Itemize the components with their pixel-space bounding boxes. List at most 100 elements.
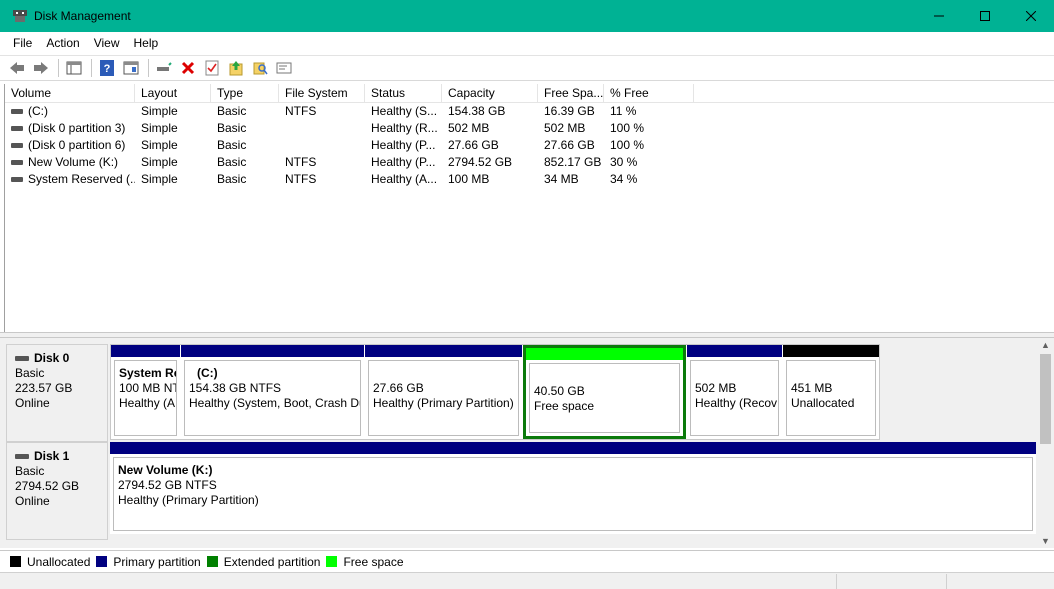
table-row[interactable]: (Disk 0 partition 3) Simple Basic Health… — [5, 120, 1054, 137]
disk-1-name: Disk 1 — [15, 449, 107, 464]
capacity-cell: 100 MB — [448, 172, 490, 186]
disk-1-type: Basic — [15, 464, 45, 478]
legend-label: Free space — [343, 554, 404, 569]
scroll-up-icon[interactable]: ▲ — [1037, 338, 1054, 352]
properties-icon[interactable] — [120, 58, 142, 78]
partition-details: System Re 100 MB NT Healthy (A — [114, 360, 177, 436]
table-row[interactable]: (Disk 0 partition 6) Simple Basic Health… — [5, 137, 1054, 154]
column-header-status[interactable]: Status — [365, 84, 442, 103]
toolbar-separator — [91, 59, 92, 77]
status-segment — [836, 574, 946, 589]
partition-unallocated[interactable]: 451 MB Unallocated — [783, 345, 879, 439]
volume-name: (C:) — [28, 104, 48, 118]
maximize-button[interactable] — [962, 0, 1008, 32]
table-row[interactable]: New Volume (K:) Simple Basic NTFS Health… — [5, 154, 1054, 171]
type-cell: Basic — [217, 138, 247, 152]
volume-name-cell: (C:) — [5, 103, 135, 120]
volume-list-header: Volume Layout Type File System Status Ca… — [5, 84, 1054, 103]
volume-name-cell: New Volume (K:) — [5, 154, 135, 171]
menu-file[interactable]: File — [6, 36, 39, 50]
column-header-volume[interactable]: Volume — [5, 84, 135, 103]
table-row[interactable]: System Reserved (... Simple Basic NTFS H… — [5, 171, 1054, 188]
disk-1-size: 2794.52 GB — [15, 479, 80, 493]
disk-1-row: Disk 1 Basic 2794.52 GB Online New Volum… — [6, 442, 1036, 540]
checklist-icon[interactable] — [201, 58, 223, 78]
partition-size: 40.50 GB — [534, 384, 585, 398]
column-header-file-system[interactable]: File System — [279, 84, 365, 103]
scrollbar-thumb[interactable] — [1040, 354, 1051, 444]
disk-view-scrollbar[interactable]: ▲ ▼ — [1037, 338, 1054, 548]
legend-swatch — [96, 556, 108, 567]
drive-icon — [11, 126, 23, 131]
file-system-cell: NTFS — [285, 155, 317, 169]
settings-icon[interactable] — [273, 58, 295, 78]
partition-c-drive[interactable]: (C:) 154.38 GB NTFS Healthy (System, Boo… — [181, 345, 364, 439]
help-icon[interactable]: ? — [96, 58, 118, 78]
legend-label: Unallocated — [27, 554, 91, 569]
column-header-layout[interactable]: Layout — [135, 84, 211, 103]
status-bar — [0, 572, 1054, 589]
legend-label: Primary partition — [113, 554, 201, 569]
back-arrow-icon[interactable] — [6, 58, 28, 78]
volume-list[interactable]: Volume Layout Type File System Status Ca… — [4, 84, 1054, 332]
partition-color-bar — [526, 348, 683, 360]
partition-color-bar — [110, 442, 1036, 454]
delete-icon[interactable] — [177, 58, 199, 78]
volume-name: (Disk 0 partition 3) — [28, 121, 126, 135]
scroll-down-icon[interactable]: ▼ — [1037, 534, 1054, 548]
percent-free-cell: 11 % — [610, 104, 637, 118]
partition-color-bar — [365, 345, 522, 357]
forward-arrow-icon[interactable] — [30, 58, 52, 78]
volume-name: System Reserved (... — [28, 172, 135, 186]
status-cell: Healthy (P... — [371, 155, 436, 169]
disk-1-label[interactable]: Disk 1 Basic 2794.52 GB Online — [6, 442, 108, 540]
connect-icon[interactable] — [153, 58, 175, 78]
menu-view[interactable]: View — [87, 36, 127, 50]
partition-color-bar — [181, 345, 364, 357]
column-header-percent-free[interactable]: % Free — [604, 84, 694, 103]
volume-name-cell: (Disk 0 partition 3) — [5, 120, 135, 137]
partition-disk0-part6[interactable]: 27.66 GB Healthy (Primary Partition) — [365, 345, 522, 439]
partition-recovery[interactable]: 502 MB Healthy (Recov — [687, 345, 782, 439]
free-space-cell: 34 MB — [544, 172, 579, 186]
column-header-capacity[interactable]: Capacity — [442, 84, 538, 103]
drive-icon — [15, 356, 29, 361]
minimize-button[interactable] — [916, 0, 962, 32]
console-tree-icon[interactable] — [63, 58, 85, 78]
disk-0-label[interactable]: Disk 0 Basic 223.57 GB Online — [6, 344, 108, 442]
table-row[interactable]: (C:) Simple Basic NTFS Healthy (S... 154… — [5, 103, 1054, 120]
menu-action[interactable]: Action — [39, 36, 86, 50]
drive-icon — [15, 454, 29, 459]
file-system-cell: NTFS — [285, 172, 317, 186]
layout-cell: Simple — [141, 138, 178, 152]
status-cell: Healthy (P... — [371, 138, 436, 152]
disk-0-partitions: System Re 100 MB NT Healthy (A (C:) 154.… — [110, 344, 880, 440]
close-button[interactable] — [1008, 0, 1054, 32]
column-header-free-space[interactable]: Free Spa... — [538, 84, 604, 103]
partition-status: Free space — [534, 399, 595, 413]
status-cell: Healthy (S... — [371, 104, 438, 118]
percent-free-cell: 34 % — [610, 172, 638, 186]
title-bar[interactable]: Disk Management — [0, 0, 1054, 32]
partition-name: New Volume (K:) — [118, 463, 213, 477]
disk-0-name: Disk 0 — [15, 351, 107, 366]
legend-swatch — [326, 556, 338, 567]
free-space-cell: 502 MB — [544, 121, 586, 135]
import-icon[interactable] — [225, 58, 247, 78]
free-space-cell: 27.66 GB — [544, 138, 595, 152]
free-space-cell: 852.17 GB — [544, 155, 602, 169]
window-title: Disk Management — [34, 9, 131, 23]
partition-status: Healthy (Primary Partition) — [118, 493, 259, 507]
menu-help[interactable]: Help — [127, 36, 166, 50]
percent-free-cell: 100 % — [610, 121, 645, 135]
toolbar: ? — [0, 55, 1054, 81]
partition-details: 451 MB Unallocated — [786, 360, 876, 436]
partition-system-reserved[interactable]: System Re 100 MB NT Healthy (A — [111, 345, 180, 439]
column-header-type[interactable]: Type — [211, 84, 279, 103]
partition-status: Healthy (A — [119, 396, 176, 410]
search-disk-icon[interactable] — [249, 58, 271, 78]
partition-free-space[interactable]: 40.50 GB Free space — [523, 345, 686, 439]
partition-new-volume-k[interactable]: New Volume (K:) 2794.52 GB NTFS Healthy … — [110, 442, 1036, 534]
partition-color-bar — [783, 345, 879, 357]
disk-1-state: Online — [15, 494, 50, 508]
